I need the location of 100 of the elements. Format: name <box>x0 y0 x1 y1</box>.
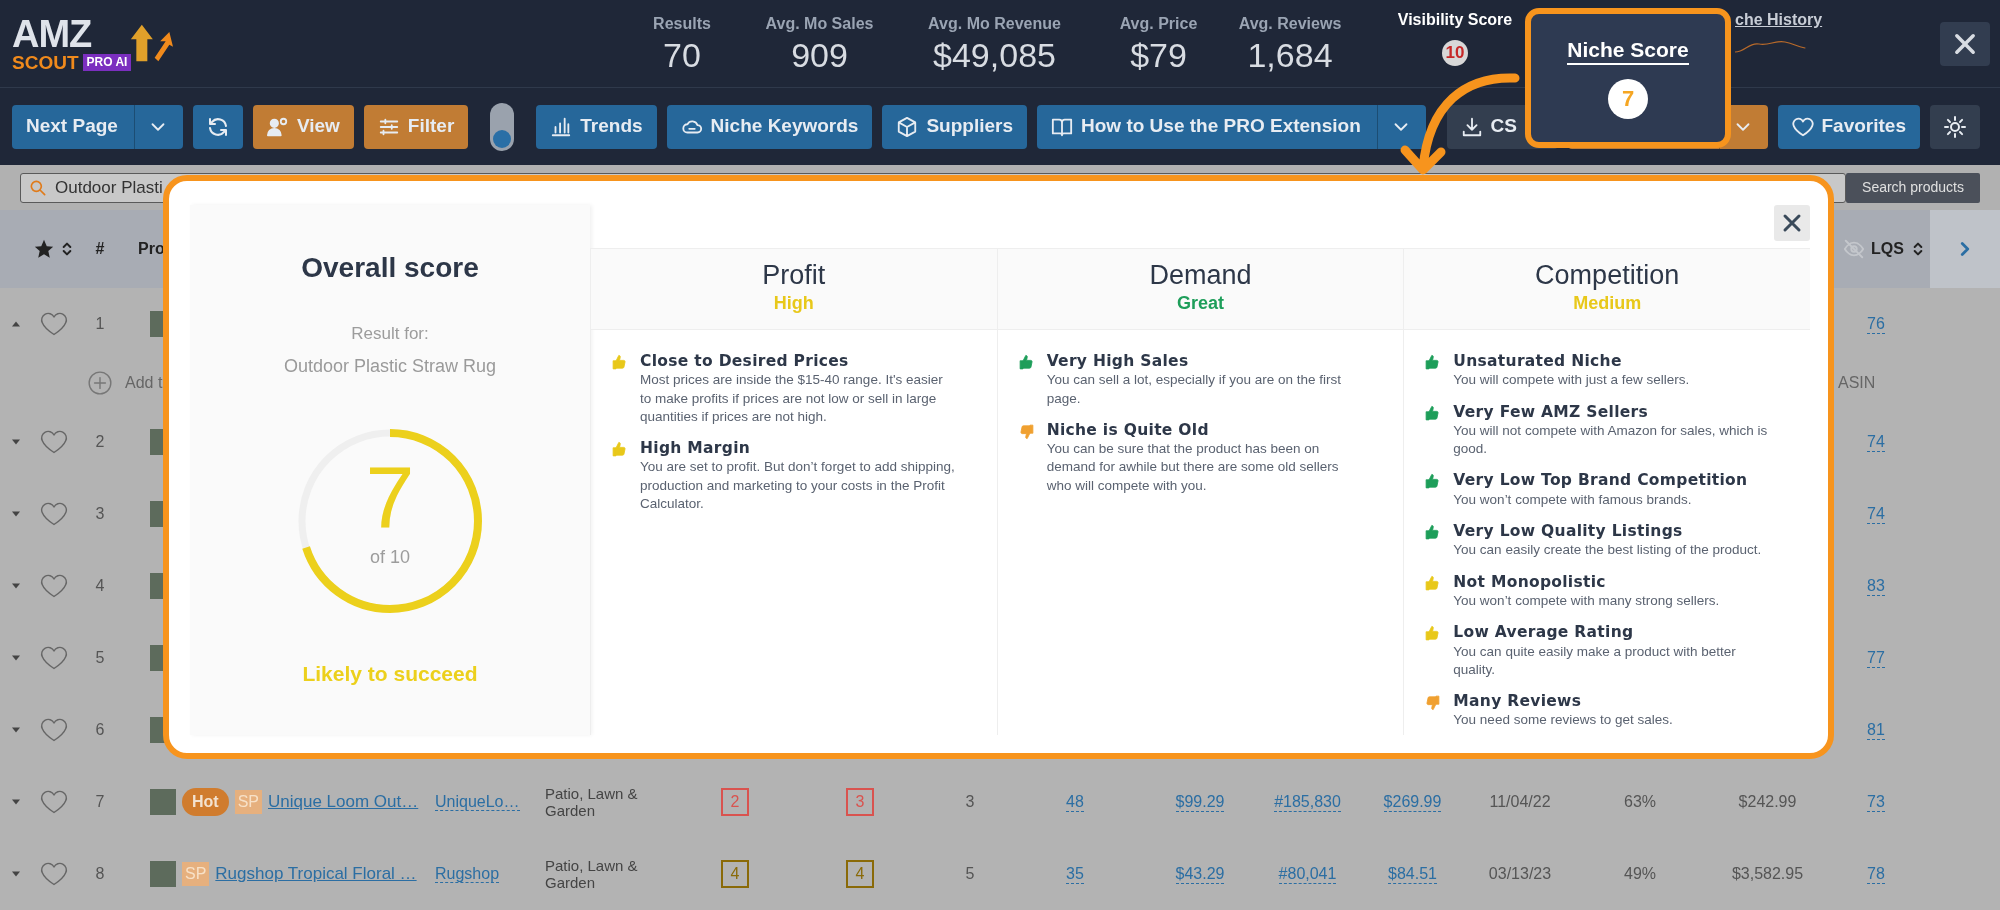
table-link[interactable]: 74 <box>1867 431 1885 453</box>
close-button[interactable] <box>1774 205 1810 241</box>
table-link[interactable]: 76 <box>1867 313 1885 335</box>
query-text: Outdoor Plastic Straw Rug <box>283 354 497 378</box>
close-button[interactable] <box>1940 21 1990 66</box>
table-link[interactable]: $99.29 <box>1175 791 1225 813</box>
download-icon <box>1460 115 1483 138</box>
score-value: 7 <box>364 453 416 542</box>
logo-badge: PRO AI <box>82 54 132 71</box>
column-header[interactable]: LQS <box>1871 237 1904 261</box>
sponsored-badge: SP <box>182 862 210 886</box>
item-description: You will compete with just a few sellers. <box>1453 371 1690 390</box>
table-cell-text: $242.99 <box>1738 792 1797 812</box>
stat-value: 1,684 <box>1246 35 1334 76</box>
view-button[interactable]: View <box>252 104 354 149</box>
item-description: You are set to profit. But don’t forget to add shipping, production and marketing to your costs in the Profit Calculator. <box>640 458 956 513</box>
split-button[interactable]: Next Page <box>12 104 183 149</box>
table-link[interactable]: UniqueLo… <box>435 793 520 811</box>
table-link[interactable]: 74 <box>1867 503 1885 525</box>
row-number: 8 <box>95 864 105 884</box>
stat-value: 909 <box>790 35 849 76</box>
table-cell-text: 5 <box>965 864 975 884</box>
stat-label: Avg. Mo Revenue <box>927 13 1062 34</box>
heart-icon[interactable] <box>39 428 68 456</box>
guide-button[interactable]: How to Use the PRO Extension <box>1037 104 1426 149</box>
category-rating: Great <box>1176 292 1224 316</box>
column-header: # <box>95 239 105 259</box>
category-rating: Medium <box>1573 292 1642 316</box>
item-title: Niche is Quite Old <box>1046 420 1210 441</box>
settings-button[interactable] <box>1930 104 1980 149</box>
heart-icon[interactable] <box>39 572 68 600</box>
table-link[interactable]: #185,830 <box>1274 791 1341 813</box>
table-link[interactable]: 35 <box>1066 863 1084 885</box>
result-label: Result for: <box>351 323 429 345</box>
item-title: Very Few AMZ Sellers <box>1453 402 1650 422</box>
heart-icon[interactable] <box>39 644 68 672</box>
row-number: 7 <box>95 792 105 812</box>
table-link[interactable]: #80,041 <box>1278 863 1337 885</box>
item-title: Very Low Top Brand Competition <box>1453 471 1748 491</box>
product-link[interactable]: Rugshop Tropical Floral … <box>215 861 417 887</box>
item-description: You won’t compete with famous brands. <box>1453 490 1693 509</box>
table-link[interactable]: 81 <box>1867 719 1885 741</box>
table-link[interactable]: $84.51 <box>1388 863 1437 885</box>
stat-label: Results <box>652 13 712 34</box>
stat-value: $49,085 <box>932 35 1057 76</box>
toggle-switch[interactable] <box>490 102 515 151</box>
item-description: You can be sure that the product has been on demand for awhile but there are some old sellers who will compete with you. <box>1046 440 1340 495</box>
heart-icon[interactable] <box>39 500 68 528</box>
search-button[interactable]: Search products <box>1846 172 1980 203</box>
panel-title: Overall score <box>301 251 479 285</box>
table-link[interactable]: 78 <box>1867 863 1885 885</box>
table-link[interactable]: $43.29 <box>1175 863 1225 885</box>
favorites-button[interactable]: Favorites <box>1777 104 1920 149</box>
user-gear-icon <box>266 115 289 138</box>
table-cell-text: 49% <box>1624 864 1656 884</box>
table-link[interactable]: Rugshop <box>435 865 500 883</box>
photo-placeholder <box>150 789 176 815</box>
table-link[interactable]: 73 <box>1867 791 1885 813</box>
filter-button[interactable]: Filter <box>363 104 469 149</box>
trends-button[interactable]: Trends <box>536 104 657 149</box>
keywords-button[interactable]: Niche Keywords <box>666 104 873 149</box>
score-box: 3 <box>846 788 874 816</box>
box-icon <box>896 115 919 138</box>
row-number: 4 <box>95 576 105 596</box>
item-description: Most prices are inside the $15-40 range. It's easier to make profits if prices are not low or sell in large quantities if prices are not high. <box>640 371 944 426</box>
row-number: 5 <box>95 648 105 668</box>
row-number: 2 <box>95 432 105 452</box>
category-title: Demand <box>1149 260 1252 291</box>
item-title: Low Average Rating <box>1453 623 1635 643</box>
column-label: ASIN <box>1838 374 1876 391</box>
table-cell-text: 03/13/23 <box>1488 864 1552 884</box>
table-link[interactable]: 77 <box>1867 647 1885 669</box>
table-link[interactable]: 48 <box>1066 791 1084 813</box>
suppliers-button[interactable]: Suppliers <box>882 104 1027 149</box>
row-number: 3 <box>95 504 105 524</box>
item-title: Unsaturated Niche <box>1453 352 1623 372</box>
table-link[interactable]: 83 <box>1867 575 1885 597</box>
column-header[interactable]: Pro <box>138 240 165 257</box>
stat-label: Visibility Score <box>1396 10 1514 30</box>
table-cell-text: 63% <box>1624 792 1656 812</box>
score-box: 4 <box>721 860 749 888</box>
item-title: Very High Sales <box>1046 352 1190 372</box>
table-link[interactable]: $269.99 <box>1383 791 1442 813</box>
row-number: 1 <box>95 314 105 334</box>
add-link[interactable]: Add t <box>125 374 163 391</box>
product-link[interactable]: Unique Loom Out… <box>268 789 419 815</box>
table-cell-text: 3 <box>965 792 975 812</box>
stat-value: 70 <box>662 35 702 76</box>
item-title: High Margin <box>640 439 752 459</box>
history-link[interactable]: che History <box>1735 8 1823 32</box>
sponsored-badge: SP <box>234 790 262 814</box>
heart-icon[interactable] <box>39 860 68 888</box>
refresh-button[interactable] <box>192 104 243 149</box>
table-cell-text: 11/04/22 <box>1489 792 1551 812</box>
item-description: You can quite easily make a product with better quality. <box>1453 642 1737 679</box>
heart-icon[interactable] <box>39 310 68 338</box>
heart-icon <box>1791 115 1814 138</box>
heart-icon[interactable] <box>39 716 68 744</box>
photo-placeholder <box>150 861 176 887</box>
heart-icon[interactable] <box>39 788 68 816</box>
